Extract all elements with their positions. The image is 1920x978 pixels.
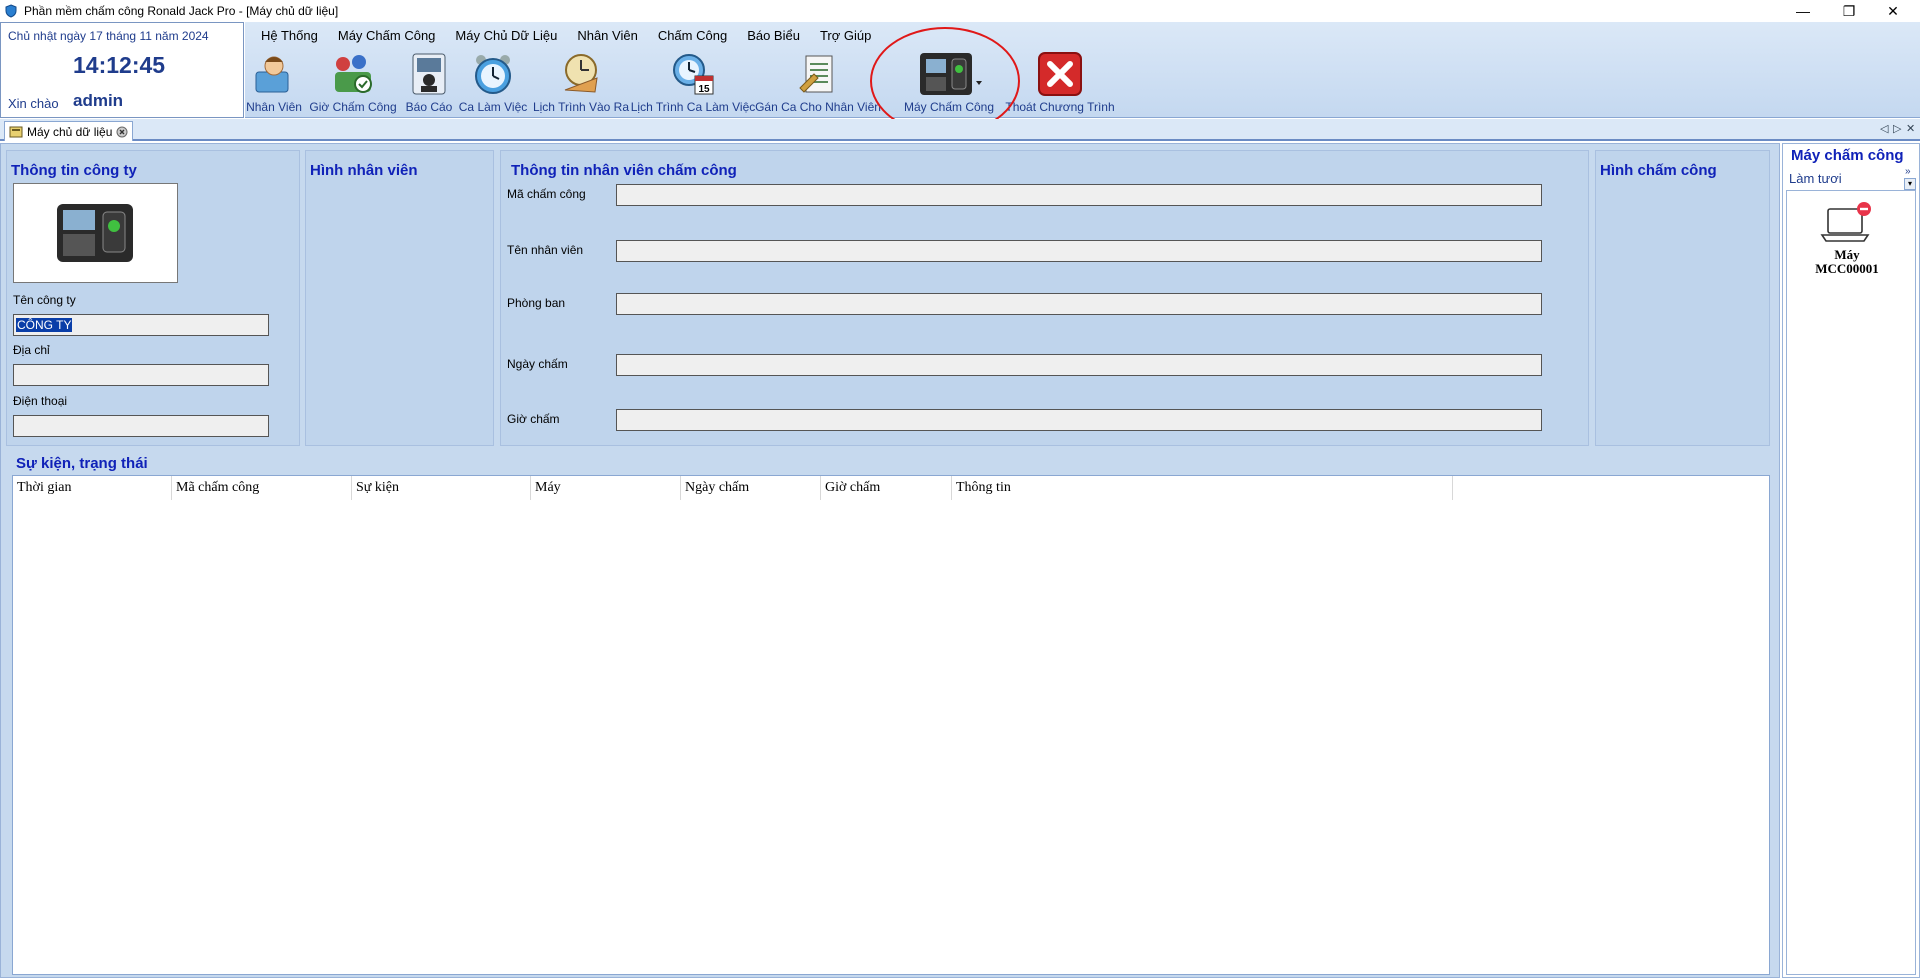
- attendance-info-group: Thông tin nhân viên chấm công Mã chấm cô…: [500, 150, 1589, 446]
- schedule-icon: [557, 50, 605, 98]
- calendar-number: 15: [698, 84, 710, 95]
- department-label: Phòng ban: [507, 296, 566, 310]
- employee-icon: [250, 50, 298, 98]
- app-shield-icon: [5, 4, 17, 18]
- machine-name-line1: Máy: [1834, 247, 1860, 262]
- employee-photo-group: Hình nhân viên: [305, 150, 494, 446]
- window-titlebar: Phần mềm chấm công Ronald Jack Pro - [Má…: [0, 0, 1920, 22]
- attendance-photo-title: Hình chấm công: [1600, 162, 1717, 179]
- tab-scroll-right-icon[interactable]: ▷: [1893, 122, 1901, 135]
- attendance-code-field[interactable]: [616, 184, 1542, 206]
- address-label: Địa chỉ: [13, 343, 50, 357]
- refresh-link[interactable]: Làm tươi: [1789, 171, 1842, 186]
- menu-may-cham-cong[interactable]: Máy Chấm Công: [328, 28, 446, 43]
- attendance-date-field[interactable]: [616, 354, 1542, 376]
- machines-panel: Máy chấm công Làm tươi » ▾ Máy MCC00001: [1782, 143, 1920, 978]
- toolbar-gio-cham-cong-button[interactable]: Giờ Chấm Công: [309, 50, 397, 116]
- username-label: admin: [73, 91, 124, 110]
- menu-nhan-vien[interactable]: Nhân Viên: [567, 28, 647, 43]
- assign-shift-icon: [794, 50, 842, 98]
- ribbon: Hệ Thống Máy Chấm Công Máy Chủ Dữ Liệu N…: [245, 22, 1920, 118]
- attendance-time-icon: [329, 50, 377, 98]
- menu-tro-giup[interactable]: Trợ Giúp: [810, 28, 881, 43]
- attendance-date-label: Ngày chấm: [507, 357, 568, 371]
- toolbar-thoat-chuong-trinh-button[interactable]: Thoát Chương Trình: [1005, 50, 1115, 116]
- laptop-icon: [1820, 202, 1871, 242]
- machine-item[interactable]: Máy MCC00001: [1795, 201, 1899, 276]
- alarm-clock-icon: [469, 50, 517, 98]
- employee-photo-title: Hình nhân viên: [310, 162, 418, 179]
- current-date: Chủ nhật ngày 17 tháng 11 năm 2024: [8, 29, 209, 43]
- company-info-title: Thông tin công ty: [11, 162, 137, 179]
- column-header-code[interactable]: Mã chấm công: [172, 476, 352, 500]
- panel-expand-icon[interactable]: »: [1905, 166, 1911, 177]
- column-header-info[interactable]: Thông tin: [952, 476, 1453, 500]
- column-header-machine[interactable]: Máy: [531, 476, 681, 500]
- attendance-machine-image: [56, 204, 133, 262]
- company-name-field[interactable]: CÔNG TY: [13, 314, 269, 336]
- toolbar-lich-trinh-ca-lam-viec-button[interactable]: 15 Lịch Trình Ca Làm Việc: [631, 50, 755, 116]
- column-header-date[interactable]: Ngày chấm: [681, 476, 821, 500]
- current-clock: 14:12:45: [73, 52, 166, 78]
- calendar-clock-icon: 15: [669, 50, 717, 98]
- attendance-photo-group: Hình chấm công: [1595, 150, 1770, 446]
- toolbar-nhan-vien-button[interactable]: Nhân Viên: [246, 50, 302, 116]
- attendance-time-field[interactable]: [616, 409, 1542, 431]
- employee-name-field[interactable]: [616, 240, 1542, 262]
- company-name-label: Tên công ty: [13, 293, 76, 307]
- menu-cham-cong[interactable]: Chấm Công: [648, 28, 737, 43]
- menu-he-thong[interactable]: Hệ Thống: [251, 28, 328, 43]
- events-title: Sự kiện, trạng thái: [16, 455, 148, 472]
- toolbar-may-cham-cong-button[interactable]: Máy Chấm Công: [899, 50, 999, 116]
- report-icon: [405, 50, 453, 98]
- main-panel: Thông tin công ty Tên công ty CÔNG TY Đị…: [0, 143, 1780, 978]
- column-header-event[interactable]: Sự kiện: [352, 476, 531, 500]
- minimize-button[interactable]: —: [1780, 0, 1826, 22]
- close-window-button[interactable]: ✕: [1870, 0, 1916, 22]
- department-field[interactable]: [616, 293, 1542, 315]
- company-info-group: Thông tin công ty Tên công ty CÔNG TY Đị…: [6, 150, 300, 446]
- attendance-time-label: Giờ chấm: [507, 412, 560, 426]
- exit-icon: [1036, 50, 1084, 98]
- date-time-panel: Chủ nhật ngày 17 tháng 11 năm 2024 14:12…: [0, 22, 244, 118]
- toolbar-ca-lam-viec-button[interactable]: Ca Làm Việc: [459, 50, 527, 116]
- toolbar-lich-trinh-vao-ra-button[interactable]: Lịch Trình Vào Ra: [533, 50, 629, 116]
- machines-panel-title: Máy chấm công: [1791, 147, 1904, 164]
- attendance-info-title: Thông tin nhân viên chấm công: [511, 162, 737, 179]
- attendance-code-label: Mã chấm công: [507, 187, 586, 201]
- document-tab-strip: Máy chủ dữ liệu ◁ ▷ ✕: [0, 119, 1920, 141]
- toolbar-bao-cao-button[interactable]: Báo Cáo: [405, 50, 453, 116]
- greeting-label: Xin chào: [8, 96, 59, 111]
- tab-close-all-icon[interactable]: ✕: [1906, 122, 1915, 135]
- server-icon: [9, 126, 23, 137]
- attendance-machine-icon: [914, 50, 984, 98]
- window-title: Phần mềm chấm công Ronald Jack Pro - [Má…: [24, 4, 339, 18]
- machine-name-line2: MCC00001: [1815, 261, 1879, 276]
- company-logo-image: [13, 183, 178, 283]
- close-tab-icon[interactable]: [116, 126, 128, 138]
- tab-may-chu-du-lieu[interactable]: Máy chủ dữ liệu: [4, 121, 134, 141]
- restore-button[interactable]: ❐: [1826, 0, 1872, 22]
- column-header-hour[interactable]: Giờ chấm: [821, 476, 952, 500]
- column-header-time[interactable]: Thời gian: [13, 476, 172, 500]
- employee-name-label: Tên nhân viên: [507, 243, 584, 257]
- address-field[interactable]: [13, 364, 269, 386]
- panel-scroll-icon[interactable]: ▾: [1904, 178, 1916, 190]
- phone-label: Điện thoại: [13, 394, 68, 408]
- menu-bar: Hệ Thống Máy Chấm Công Máy Chủ Dữ Liệu N…: [245, 22, 881, 48]
- tab-scroll-left-icon[interactable]: ◁: [1880, 122, 1888, 135]
- events-grid[interactable]: Thời gian Mã chấm công Sự kiện Máy Ngày …: [12, 475, 1770, 975]
- menu-may-chu-du-lieu[interactable]: Máy Chủ Dữ Liệu: [445, 28, 567, 43]
- machine-list: Máy MCC00001: [1786, 190, 1916, 975]
- menu-bao-bieu[interactable]: Báo Biểu: [737, 28, 810, 43]
- phone-field[interactable]: [13, 415, 269, 437]
- toolbar-gan-ca-cho-nhan-vien-button[interactable]: Gán Ca Cho Nhân Viên: [755, 50, 881, 116]
